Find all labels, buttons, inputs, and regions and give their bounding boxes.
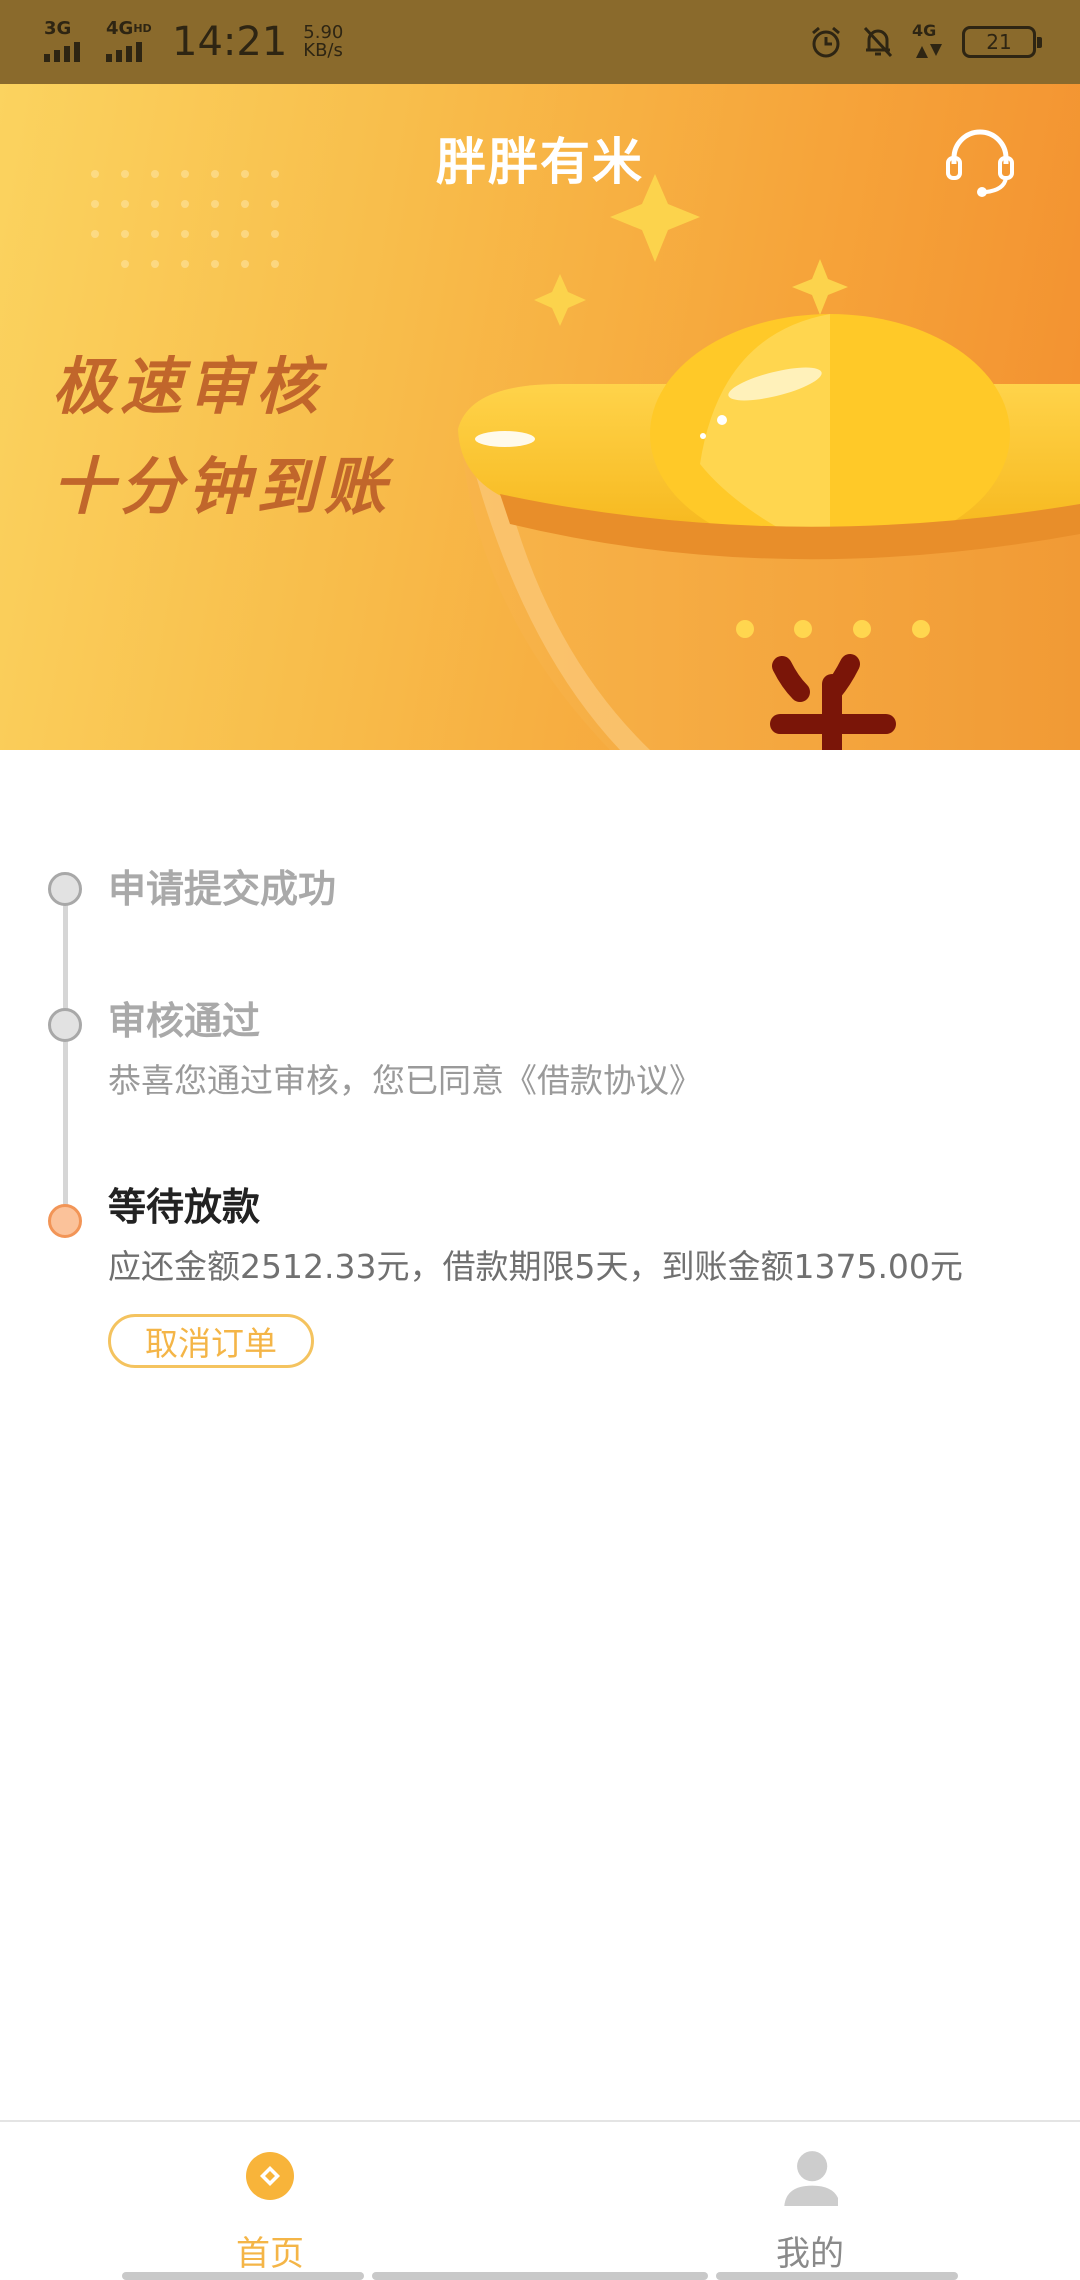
gesture-segment <box>716 2272 958 2280</box>
battery-level: 21 <box>986 30 1012 54</box>
network-4g-label: 4G <box>912 21 937 40</box>
app-title: 胖胖有米 <box>436 133 644 191</box>
signal-bars-icon <box>106 42 142 62</box>
nav-item-mine[interactable]: 我的 <box>540 2122 1080 2280</box>
nav-label-home: 首页 <box>236 2234 304 2274</box>
status-bar: 3G 4GHD 14:21 5.90 KB/s 4G 21 <box>0 0 1080 84</box>
mute-icon <box>863 26 893 58</box>
sparkle-icon <box>792 259 848 315</box>
home-coin-icon <box>246 2152 294 2200</box>
sparkle-icon <box>534 274 586 326</box>
step-indicator-done <box>48 1008 82 1042</box>
headset-icon[interactable] <box>942 124 1018 200</box>
cancel-order-button[interactable]: 取消订单 <box>108 1314 314 1368</box>
slogan-line-1: 极速审核 <box>52 350 325 423</box>
timeline-connector <box>63 1030 68 1220</box>
gesture-navigation-bar[interactable] <box>0 2272 1080 2280</box>
battery-icon: 21 <box>962 26 1042 58</box>
slogan-line-2: 十分钟到账 <box>52 450 393 523</box>
signal-3g: 3G <box>44 20 94 64</box>
network-type-label: 3G <box>44 18 72 39</box>
status-bar-left: 3G 4GHD 14:21 5.90 KB/s <box>44 18 343 66</box>
data-arrows-icon <box>916 44 942 58</box>
step-description-approved: 恭喜您通过审核，您已同意《借款协议》 <box>108 1054 702 1102</box>
hero-banner[interactable]: 胖胖有米 极速审核 十分钟到账 <box>0 84 1080 750</box>
bottom-nav: 首页 我的 <box>0 2120 1080 2280</box>
network-speed: 5.90 KB/s <box>303 24 343 60</box>
status-bar-right: 4G 21 <box>808 18 1042 66</box>
status-time: 14:21 <box>172 19 288 65</box>
step-description-loan-summary: 应还金额2512.33元，借款期限5天，到账金额1375.00元 <box>108 1247 963 1286</box>
user-icon <box>784 2151 838 2206</box>
approval-notice: 恭喜您通过审核，您已同意《借款协议》 <box>108 1061 702 1100</box>
nav-label-mine: 我的 <box>776 2234 844 2274</box>
signal-4g: 4GHD <box>106 20 156 64</box>
network-4g-icon: 4G <box>912 22 946 62</box>
timeline-connector <box>63 890 68 1020</box>
speed-unit: KB/s <box>303 40 343 61</box>
alarm-icon <box>812 26 840 58</box>
network-type-text: 4G <box>106 18 134 39</box>
signal-bars-icon <box>44 42 80 62</box>
step-title-awaiting-disbursement: 等待放款 <box>108 1185 261 1229</box>
step-title-submitted: 申请提交成功 <box>108 867 337 911</box>
step-title-approved: 审核通过 <box>108 999 261 1043</box>
gesture-segment <box>122 2272 364 2280</box>
network-type-label: 4GHD <box>106 20 152 38</box>
step-indicator-current <box>48 1204 82 1238</box>
gesture-segment <box>372 2272 708 2280</box>
step-indicator-done <box>48 872 82 906</box>
nav-item-home[interactable]: 首页 <box>0 2122 540 2280</box>
hd-badge: HD <box>133 22 152 35</box>
